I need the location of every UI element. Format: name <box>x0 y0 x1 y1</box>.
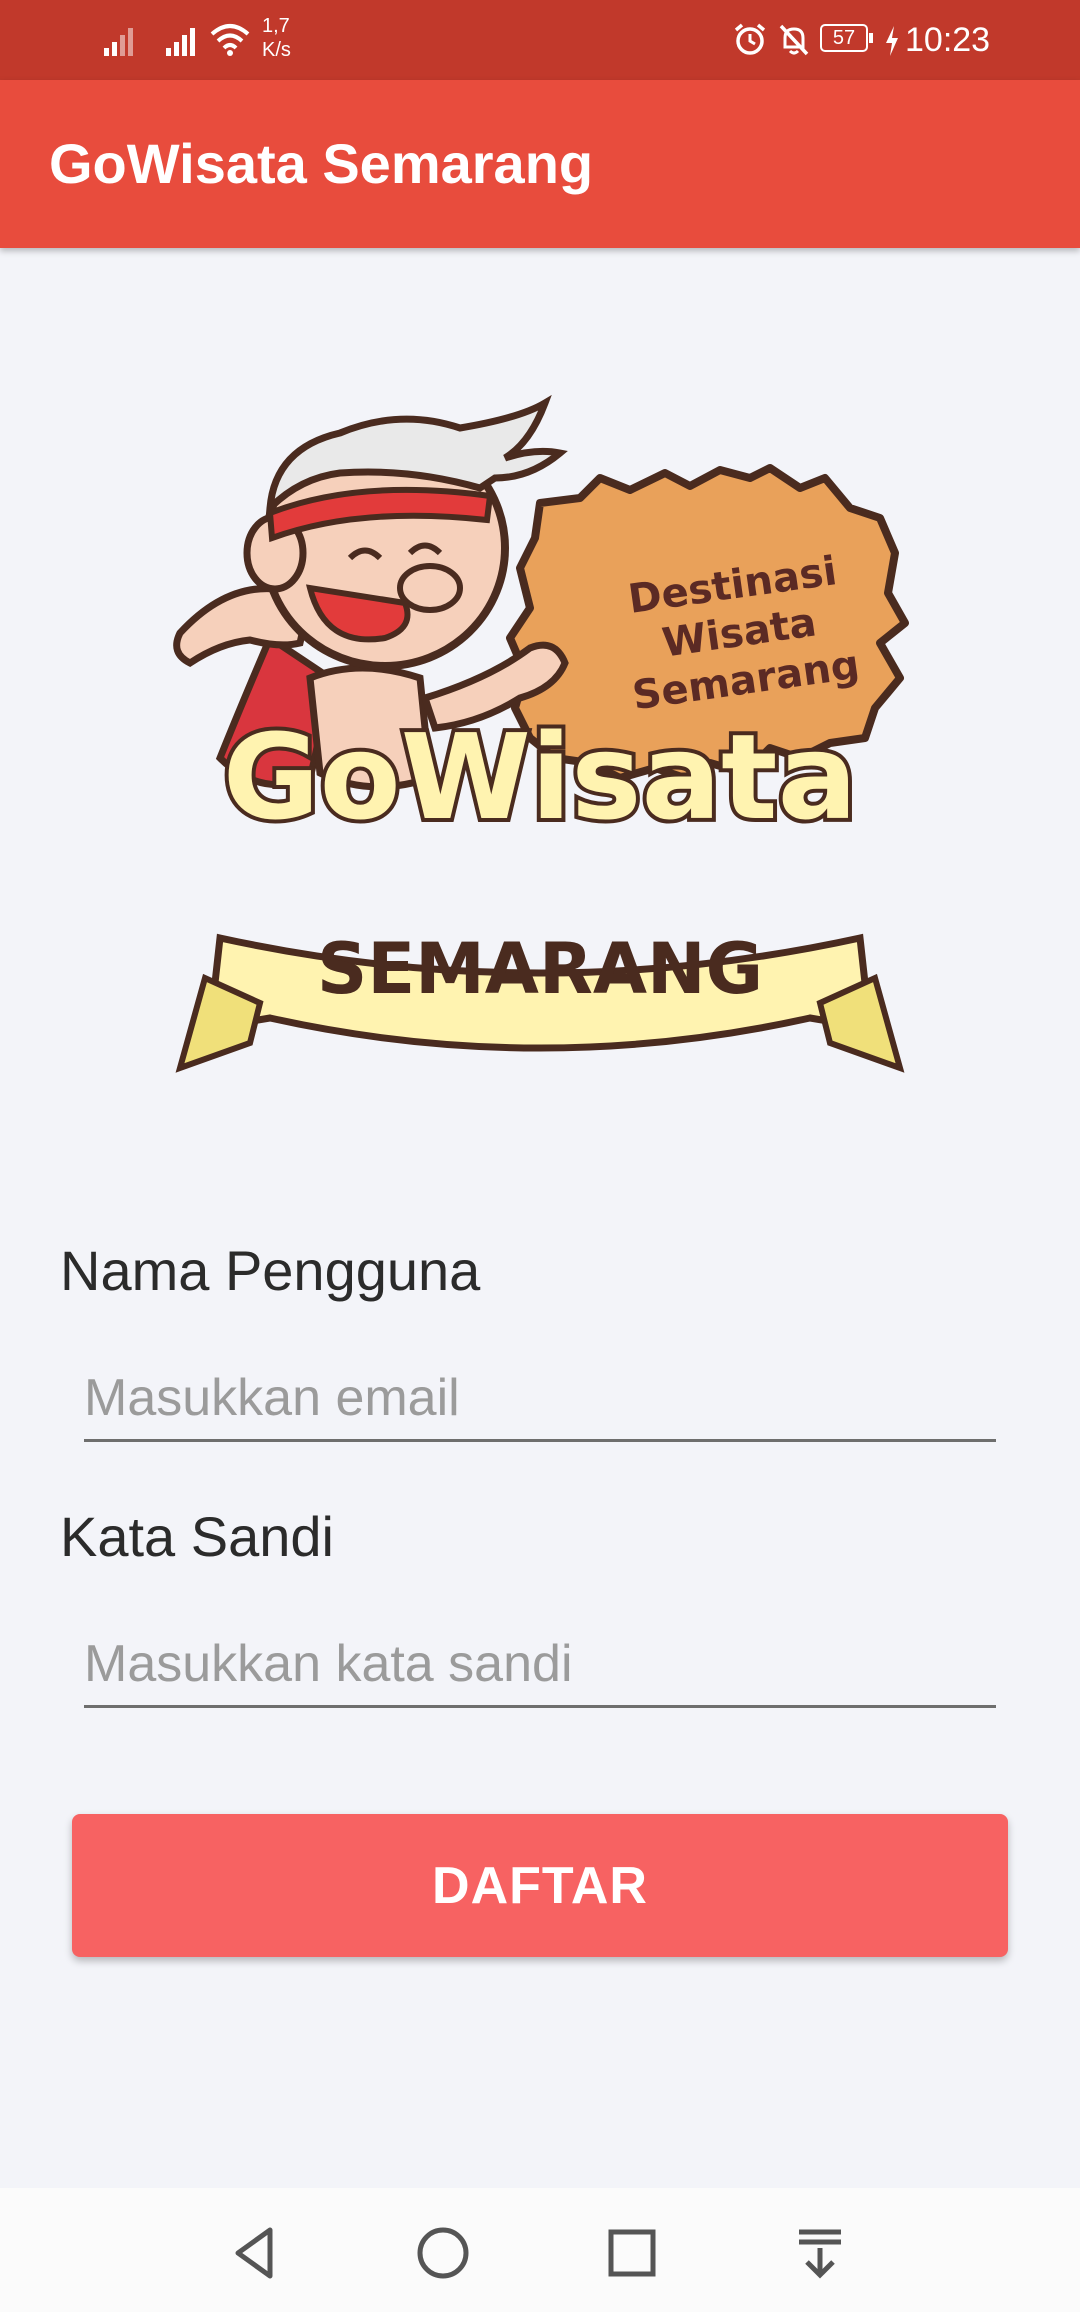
battery-icon: 57 <box>820 24 873 52</box>
mute-icon <box>779 24 809 56</box>
password-label: Kata Sandi <box>60 1505 334 1568</box>
app-logo: Destinasi Wisata Semarang GoWisata SEMAR… <box>160 378 920 1088</box>
email-field[interactable] <box>84 1356 996 1442</box>
username-label: Nama Pengguna <box>60 1239 481 1302</box>
clock: 10:23 <box>905 21 991 59</box>
app-bar: GoWisata Semarang <box>0 80 1080 248</box>
home-icon[interactable] <box>408 2218 478 2288</box>
recents-icon[interactable] <box>597 2218 667 2288</box>
network-speed: 1,7 K/s <box>262 14 322 62</box>
logo-brand-bottom: SEMARANG <box>317 928 763 1010</box>
network-speed-value: 1,7 <box>262 15 290 37</box>
alarm-icon <box>734 23 766 55</box>
system-nav-bar <box>0 2188 1080 2312</box>
app-title: GoWisata Semarang <box>49 132 594 195</box>
notification-pulldown-icon[interactable] <box>785 2218 855 2288</box>
password-field[interactable] <box>84 1622 996 1708</box>
register-button[interactable]: DAFTAR <box>72 1814 1008 1957</box>
status-bar: 1,7 K/s 57 10:23 <box>0 0 1080 80</box>
signal-icon <box>166 28 195 56</box>
back-icon[interactable] <box>220 2218 290 2288</box>
network-speed-unit: K/s <box>262 39 291 61</box>
charging-icon <box>886 26 898 56</box>
logo-brand-top: GoWisata <box>223 708 857 846</box>
signal-icon <box>104 28 133 56</box>
wifi-icon <box>210 24 250 56</box>
